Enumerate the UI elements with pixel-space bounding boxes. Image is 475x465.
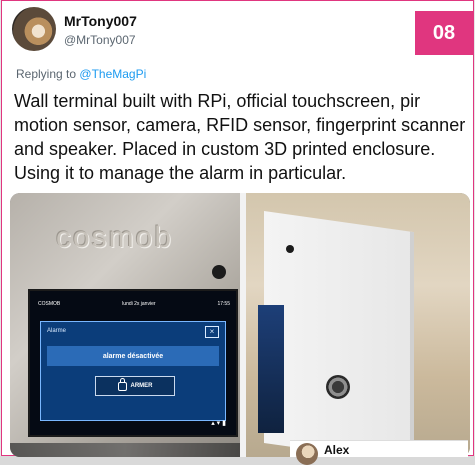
lock-icon (117, 377, 127, 391)
alarm-dialog: Alarme × alarme désactivée ARMER (40, 321, 226, 421)
author-handle[interactable]: @MrTony007 (64, 33, 136, 47)
arm-button[interactable]: ARMER (95, 376, 175, 396)
next-tweet-peek[interactable]: Alex (290, 440, 468, 465)
screen-topbar: COSMOB lundi 2x janvier 17:55 (38, 301, 230, 311)
close-icon[interactable]: × (205, 326, 219, 338)
arm-button-label: ARMER (130, 383, 153, 389)
reply-mention-link[interactable]: @TheMagPi (79, 67, 146, 81)
fingerprint-scanner (326, 375, 350, 399)
peek-name[interactable]: Alex (324, 443, 349, 457)
photo-terminal-front[interactable]: cosmob COSMOB lundi 2x janvier 17:55 Ala… (10, 193, 240, 457)
status-icons: ▴ ▾ ▮ (211, 420, 226, 427)
replying-to: Replying to @TheMagPi (16, 67, 146, 81)
tweet-text: Wall terminal built with RPi, official t… (14, 91, 466, 183)
screen-date: lundi 2x janvier (122, 301, 156, 307)
page: MrTony007 @MrTony007 08 Replying to @The… (0, 0, 475, 465)
alarm-state: alarme désactivée (47, 346, 219, 366)
tweet-media[interactable]: cosmob COSMOB lundi 2x janvier 17:55 Ala… (10, 193, 470, 457)
author-name[interactable]: MrTony007 (64, 13, 137, 29)
page-badge: 08 (415, 11, 473, 55)
cable (10, 443, 240, 457)
avatar[interactable] (12, 7, 56, 51)
dialog-title: Alarme (47, 328, 67, 334)
sensor-dot (212, 265, 226, 279)
peek-avatar[interactable] (296, 443, 318, 465)
tweet-card: MrTony007 @MrTony007 08 Replying to @The… (1, 0, 474, 457)
embossed-logo-text: cosmob (56, 221, 174, 254)
screen-time: 17:55 (217, 301, 230, 307)
touchscreen: COSMOB lundi 2x janvier 17:55 Alarme × a… (28, 289, 238, 437)
reply-prefix: Replying to (16, 67, 77, 81)
camera-hole (286, 245, 294, 253)
screen-edge (258, 305, 284, 433)
screen-brand: COSMOB (38, 301, 61, 307)
photo-terminal-side[interactable] (246, 193, 470, 457)
